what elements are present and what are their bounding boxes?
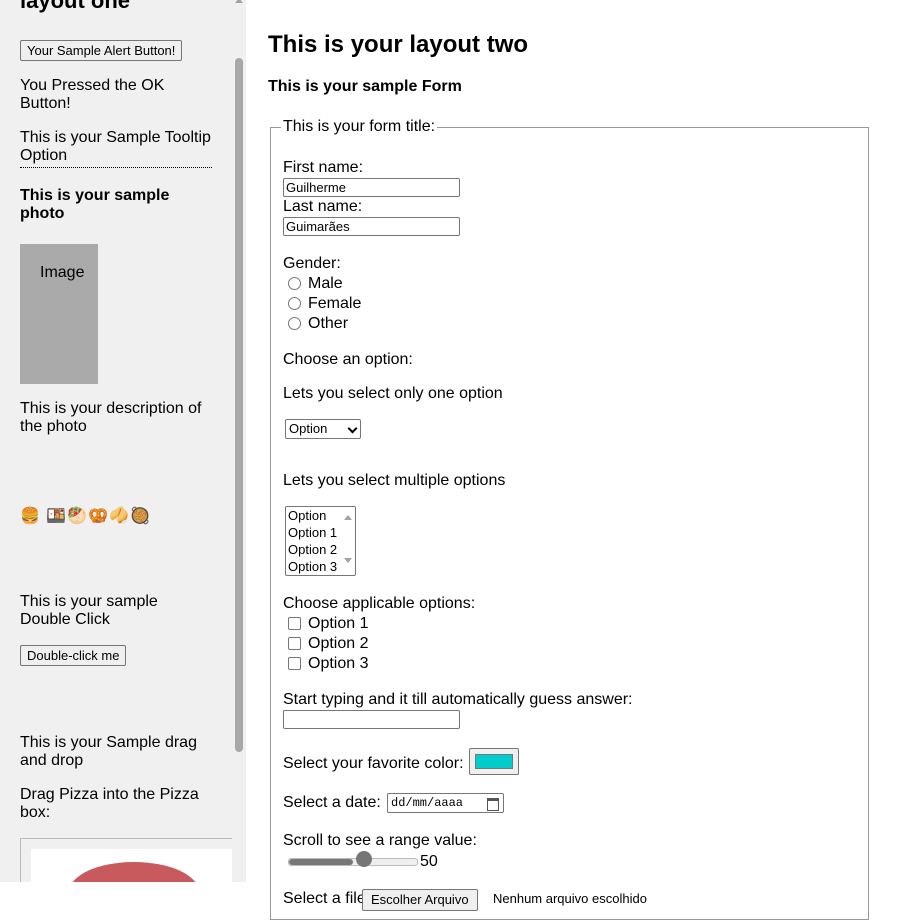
date-input[interactable]: dd/mm/aaaa: [387, 793, 504, 813]
double-click-wrap: Double-click me: [20, 645, 212, 666]
autocomplete-input[interactable]: [283, 710, 460, 729]
checkbox-option-1-label: Option 1: [308, 615, 369, 632]
layout-one-title: layout one: [20, 0, 131, 13]
alert-result-text: You Pressed the OK Button!: [20, 77, 165, 112]
range-value: 50: [420, 853, 438, 870]
drag-instruction: Drag Pizza into the Pizza box:: [20, 786, 199, 821]
checkbox-option-1[interactable]: [288, 617, 301, 630]
gender-radio-other[interactable]: [288, 317, 301, 330]
photo-placeholder: Image: [20, 244, 98, 384]
single-select-value: Option: [289, 421, 328, 436]
alert-button[interactable]: Your Sample Alert Button!: [20, 40, 183, 61]
scroll-up-icon[interactable]: [344, 515, 352, 520]
double-click-text: This is your sample Double Click: [20, 593, 158, 628]
file-label: Select a file:: [283, 890, 371, 907]
chevron-down-icon: [347, 423, 358, 434]
drag-heading: This is your Sample drag and drop: [20, 734, 197, 769]
form-legend: This is your form title:: [283, 118, 436, 135]
scroll-up-arrow-icon[interactable]: [235, 0, 243, 3]
last-name-label: Last name:: [283, 198, 363, 215]
first-name-input[interactable]: Guilherme: [283, 178, 460, 197]
photo-description: This is your description of the photo: [20, 400, 202, 435]
checkbox-label: Choose applicable options:: [283, 595, 476, 612]
range-slider[interactable]: [288, 858, 418, 866]
checkbox-option-3-label: Option 3: [308, 655, 369, 672]
multi-select-label: Lets you select multiple options: [283, 472, 506, 489]
photo-label: Image: [40, 264, 85, 281]
pizza-drag-area[interactable]: [20, 838, 232, 882]
gender-option-other: Other: [308, 315, 349, 332]
sample-form: This is your form title: First name: Gui…: [270, 118, 869, 920]
single-select-label: Lets you select only one option: [283, 385, 503, 402]
choose-option-label: Choose an option:: [283, 351, 413, 368]
checkbox-option-3[interactable]: [288, 657, 301, 670]
last-name-input[interactable]: Guimarães: [283, 217, 460, 236]
range-label: Scroll to see a range value:: [283, 832, 477, 849]
color-picker[interactable]: [469, 748, 519, 775]
checkbox-option-2-label: Option 2: [308, 635, 369, 652]
scrollbar-thumb[interactable]: [235, 58, 243, 752]
calendar-icon[interactable]: [487, 798, 499, 811]
single-select[interactable]: Option: [285, 419, 361, 439]
gender-radio-female[interactable]: [288, 297, 301, 310]
multi-select[interactable]: Option Option 1 Option 2 Option 3: [285, 506, 356, 576]
multi-select-option[interactable]: Option 2: [286, 541, 355, 558]
scroll-down-icon[interactable]: [344, 558, 352, 563]
color-label: Select your favorite color:: [283, 755, 464, 772]
double-click-button[interactable]: Double-click me: [20, 645, 127, 666]
gender-option-male: Male: [308, 275, 343, 292]
checkbox-option-2[interactable]: [288, 637, 301, 650]
gender-radio-male[interactable]: [288, 277, 301, 290]
file-status: Nenhum arquivo escolhido: [493, 891, 647, 906]
food-emojis: 🍔 🍱🥙🥨🥠🥘: [20, 508, 151, 525]
tooltip-option[interactable]: This is your Sample Tooltip Option: [20, 129, 212, 168]
layout-two-title: This is your layout two: [268, 31, 529, 58]
date-placeholder: dd/mm/aaaa: [391, 796, 464, 810]
first-name-label: First name:: [283, 159, 364, 176]
choose-file-button[interactable]: Escolher Arquivo: [362, 889, 478, 911]
gender-option-female: Female: [308, 295, 362, 312]
left-scrollbar[interactable]: [232, 0, 246, 882]
gender-label: Gender:: [283, 255, 341, 272]
multi-select-option[interactable]: Option 1: [286, 524, 355, 541]
date-label: Select a date:: [283, 794, 381, 811]
left-panel: layout one Your Sample Alert Button! You…: [0, 0, 232, 882]
alert-button-wrap: Your Sample Alert Button!: [20, 40, 212, 61]
range-slider-thumb[interactable]: [356, 851, 372, 867]
form-heading: This is your sample Form: [268, 78, 462, 95]
range-slider-fill: [289, 859, 353, 865]
color-swatch: [475, 754, 513, 769]
photo-heading: This is your sample photo: [20, 187, 170, 222]
autocomplete-label: Start typing and it till automatically g…: [283, 691, 633, 708]
